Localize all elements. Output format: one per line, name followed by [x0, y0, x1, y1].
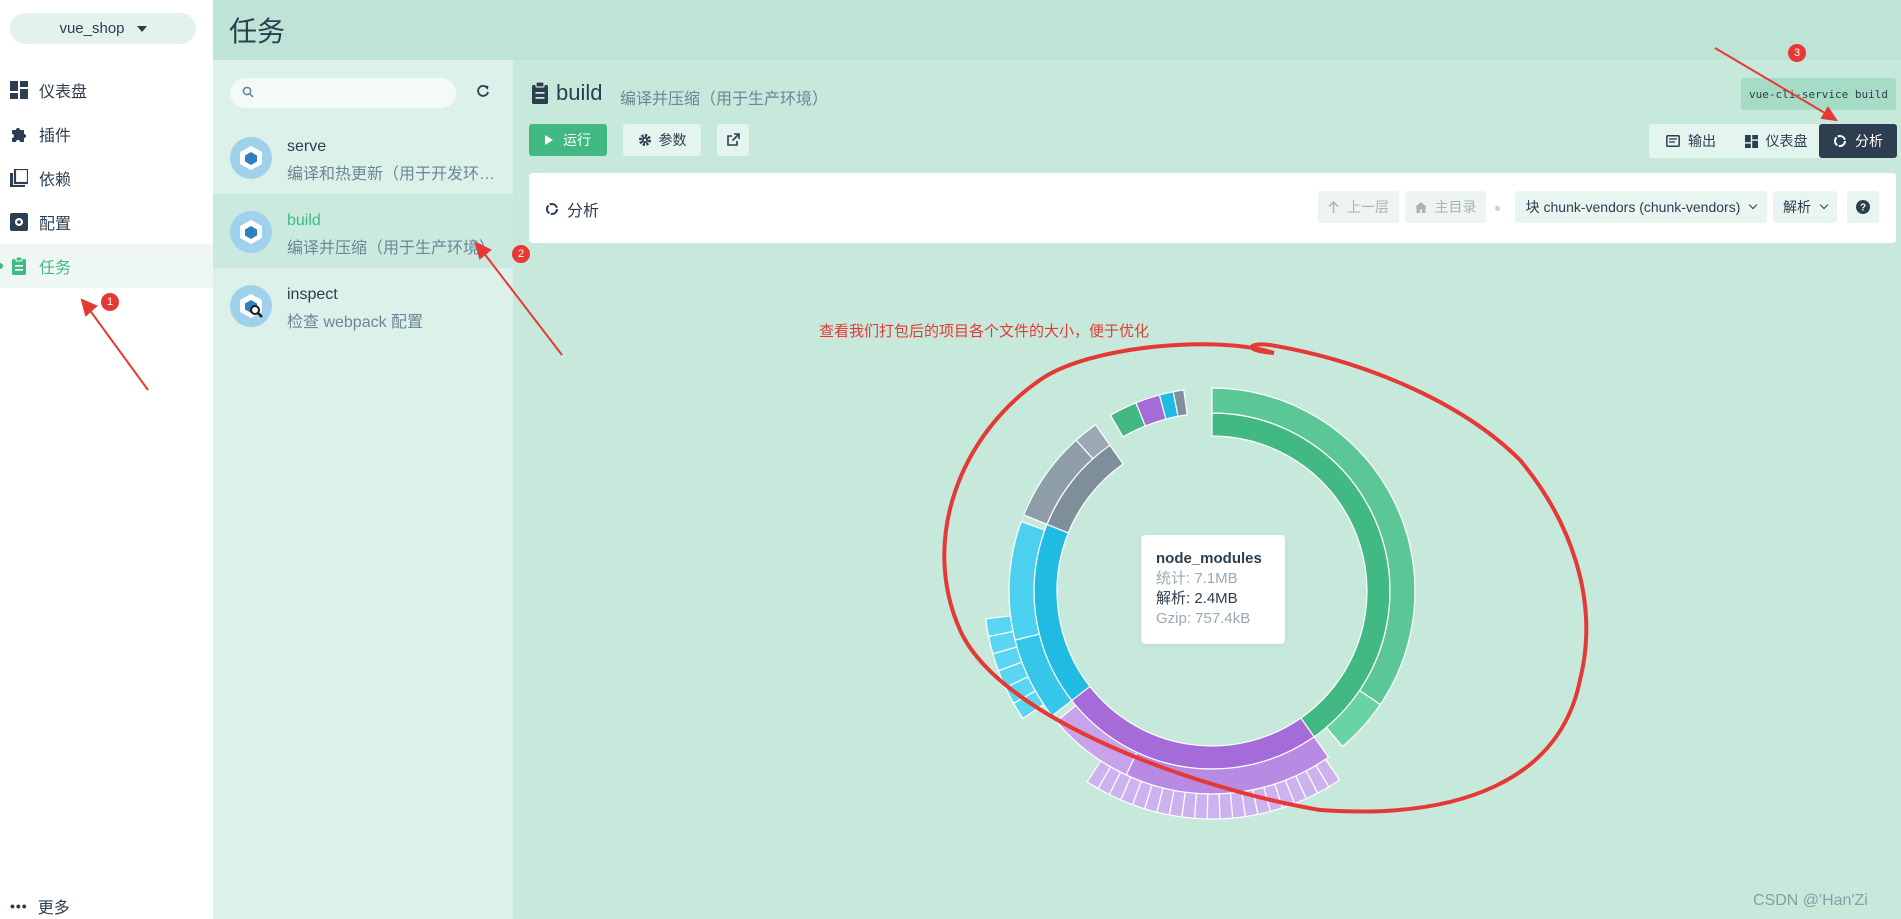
sunburst-segment[interactable]: [1206, 793, 1221, 820]
annotation-badge-1: 1: [101, 293, 119, 311]
tooltip-module-name: node_modules: [1156, 550, 1262, 567]
tooltip-parsed-size: 解析: 2.4MB: [1156, 590, 1238, 607]
tooltip-gzip-size: Gzip: 757.4kB: [1156, 610, 1251, 627]
annotation-badge-3: 3: [1788, 44, 1806, 62]
annotation-note: 查看我们打包后的项目各个文件的大小，便于优化: [819, 323, 1150, 340]
watermark: CSDN @'Han'Zi: [1753, 892, 1868, 909]
sunburst-segment[interactable]: [1218, 792, 1234, 820]
tooltip-stat-size: 统计: 7.1MB: [1156, 570, 1238, 587]
module-tooltip: node_modules 统计: 7.1MB 解析: 2.4MB Gzip: 7…: [1141, 535, 1285, 644]
sunburst-chart[interactable]: [0, 0, 1901, 919]
annotation-badge-2: 2: [512, 245, 530, 263]
